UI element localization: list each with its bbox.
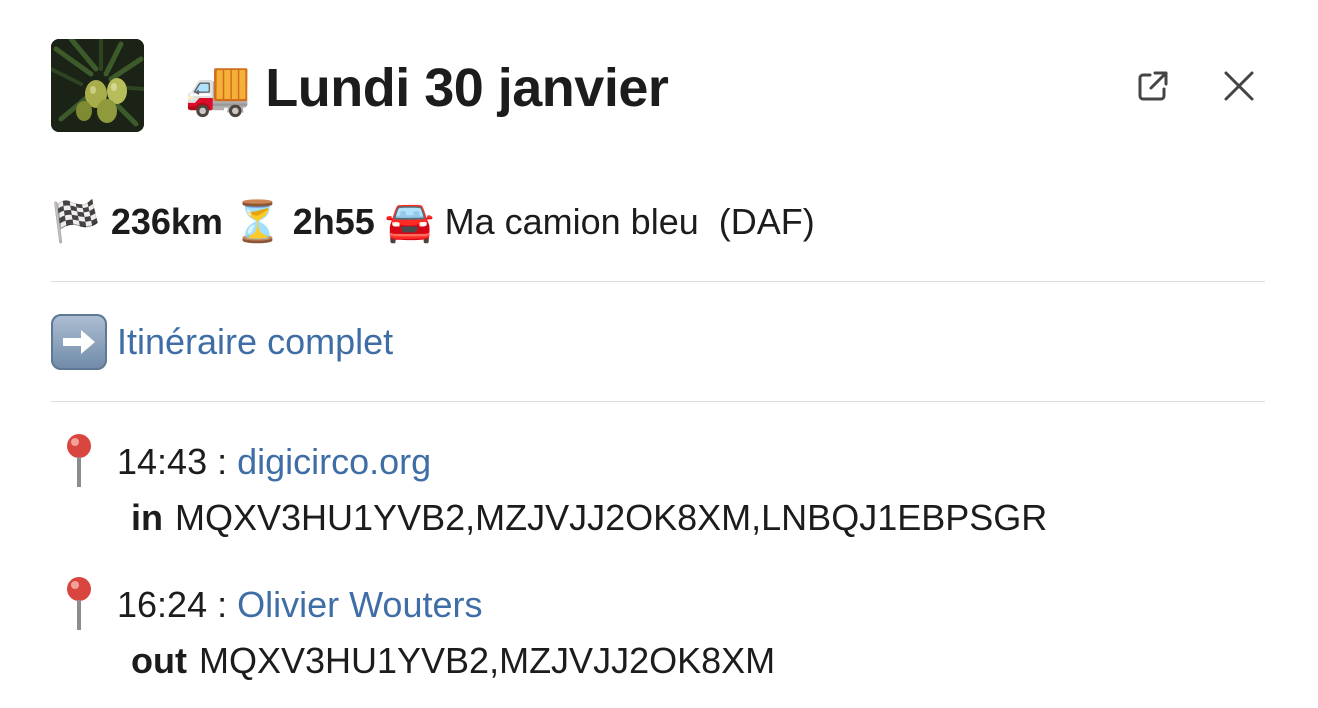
car-icon: 🚘 [384,199,435,245]
full-itinerary-link[interactable]: Itinéraire complet [117,321,393,363]
delivery-truck-icon: 🚚 [184,56,252,119]
stop-direction: in [131,497,163,538]
right-arrow-icon [51,314,107,370]
divider [51,401,1265,402]
stop-direction: out [131,640,187,681]
vehicle-name: Ma camion bleu (DAF) [444,201,815,242]
stop-time: 14:43 : [117,441,228,482]
olive-branch-avatar [51,39,144,132]
stop-place-link[interactable]: Olivier Wouters [237,584,482,626]
duration-value: 2h55 [292,201,375,242]
trip-card: 🚚 Lundi 30 janvier 🏁 236km ⏳ 2h55 🚘 Ma c… [0,0,1318,708]
stop-codes: MQXV3HU1YVB2,MZJVJJ2OK8XM [198,640,776,681]
header-title-group: 🚚 Lundi 30 janvier [184,50,669,126]
stop-item: 16:24 : Olivier Wouters out MQXV3HU1YVB2… [51,577,775,689]
trip-stats: 🏁 236km ⏳ 2h55 🚘 Ma camion bleu (DAF) [51,192,815,252]
stop-time: 16:24 : [117,584,228,625]
divider [51,281,1265,282]
pushpin-icon [67,577,91,630]
page-title: Lundi 30 janvier [265,58,669,118]
distance-value: 236km [110,201,223,242]
pushpin-icon [67,434,91,487]
open-external-button[interactable] [1131,64,1175,108]
external-link-icon [1138,71,1168,101]
stop-item: 14:43 : digicirco.org in MQXV3HU1YVB2,MZ… [51,434,1047,546]
checkered-flag-icon: 🏁 [51,199,101,245]
route-link-row: Itinéraire complet [51,312,393,372]
close-button[interactable] [1217,64,1261,108]
stop-place-link[interactable]: digicirco.org [237,441,431,483]
hourglass-icon: ⏳ [232,199,283,245]
stop-codes: MQXV3HU1YVB2,MZJVJJ2OK8XM,LNBQJ1EBPSGR [175,497,1048,538]
close-icon [1224,71,1254,101]
